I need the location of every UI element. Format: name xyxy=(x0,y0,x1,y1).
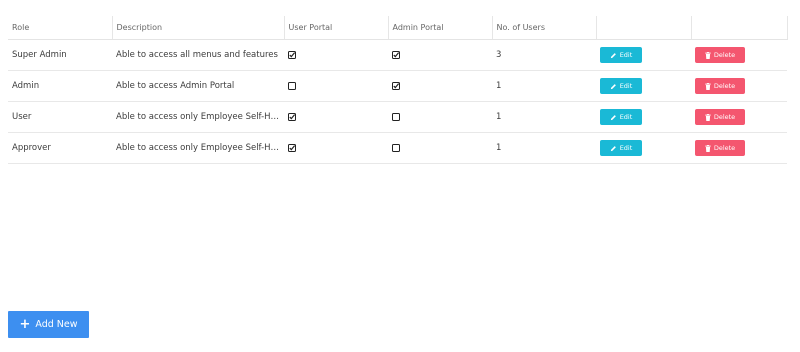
edit-label: Edit xyxy=(619,113,633,121)
user-count: 1 xyxy=(496,112,502,122)
header-delete xyxy=(691,16,788,40)
edit-cell: Edit xyxy=(596,39,691,71)
pencil-icon xyxy=(610,145,617,152)
description-cell: Able to access all menus and features xyxy=(112,39,284,71)
admin-portal-cell xyxy=(388,132,492,164)
num-users-cell: 1 xyxy=(492,132,596,164)
table-header-row: Role Description User Portal Admin Porta… xyxy=(8,16,788,40)
delete-label: Delete xyxy=(713,82,736,90)
role-cell: User xyxy=(8,101,112,133)
table-row: Super Admin Able to access all menus and… xyxy=(8,39,787,71)
user-portal-cell xyxy=(284,70,388,102)
delete-button[interactable]: Delete xyxy=(695,78,745,94)
table-body: Super Admin Able to access all menus and… xyxy=(8,39,787,164)
header-admin-portal[interactable]: Admin Portal xyxy=(388,16,493,40)
user-count: 1 xyxy=(496,143,502,153)
delete-label: Delete xyxy=(713,51,736,59)
add-new-button[interactable]: + Add New xyxy=(8,311,89,338)
user-portal-cell xyxy=(284,132,388,164)
admin-portal-unchecked-icon[interactable] xyxy=(392,143,400,152)
plus-icon: + xyxy=(19,317,31,332)
role-description: Able to access all menus and features xyxy=(116,50,278,60)
edit-button[interactable]: Edit xyxy=(600,47,642,63)
delete-label: Delete xyxy=(713,144,736,152)
trash-icon xyxy=(705,82,711,90)
admin-portal-cell xyxy=(388,101,492,133)
edit-cell: Edit xyxy=(596,70,691,102)
admin-portal-checked-icon[interactable] xyxy=(392,50,400,59)
user-count: 3 xyxy=(496,50,502,60)
admin-portal-unchecked-icon[interactable] xyxy=(392,112,400,121)
edit-label: Edit xyxy=(619,144,633,152)
delete-button[interactable]: Delete xyxy=(695,140,745,156)
role-description: Able to access Admin Portal xyxy=(116,81,235,91)
user-portal-checked-icon[interactable] xyxy=(288,50,296,59)
num-users-cell: 3 xyxy=(492,39,596,71)
edit-button[interactable]: Edit xyxy=(600,109,642,125)
user-count: 1 xyxy=(496,81,502,91)
edit-cell: Edit xyxy=(596,132,691,164)
roles-table: Role Description User Portal Admin Porta… xyxy=(8,16,788,164)
delete-button[interactable]: Delete xyxy=(695,109,745,125)
role-description: Able to access only Employee Self-Help P… xyxy=(116,143,284,153)
pencil-icon xyxy=(610,83,617,90)
table-row: Approver Able to access only Employee Se… xyxy=(8,132,787,164)
table-row: User Able to access only Employee Self-H… xyxy=(8,101,787,133)
role-cell: Super Admin xyxy=(8,39,112,71)
edit-label: Edit xyxy=(619,82,633,90)
trash-icon xyxy=(705,51,711,59)
delete-label: Delete xyxy=(713,113,736,121)
role-cell: Approver xyxy=(8,132,112,164)
user-portal-unchecked-icon[interactable] xyxy=(288,81,296,90)
role-description: Able to access only Employee Self-Help P… xyxy=(116,112,284,122)
user-portal-checked-icon[interactable] xyxy=(288,112,296,121)
edit-label: Edit xyxy=(619,51,633,59)
description-cell: Able to access Admin Portal xyxy=(112,70,284,102)
delete-cell: Delete xyxy=(691,70,787,102)
trash-icon xyxy=(705,113,711,121)
admin-portal-cell xyxy=(388,70,492,102)
add-new-label: Add New xyxy=(35,319,78,330)
header-user-portal[interactable]: User Portal xyxy=(284,16,389,40)
description-cell: Able to access only Employee Self-Help P… xyxy=(112,101,284,133)
user-portal-checked-icon[interactable] xyxy=(288,143,296,152)
user-portal-cell xyxy=(284,39,388,71)
edit-button[interactable]: Edit xyxy=(600,78,642,94)
admin-portal-cell xyxy=(388,39,492,71)
header-edit xyxy=(596,16,692,40)
num-users-cell: 1 xyxy=(492,101,596,133)
header-role[interactable]: Role xyxy=(8,16,113,40)
header-description[interactable]: Description xyxy=(112,16,285,40)
trash-icon xyxy=(705,144,711,152)
header-num-users[interactable]: No. of Users xyxy=(492,16,597,40)
pencil-icon xyxy=(610,114,617,121)
role-name: Approver xyxy=(12,143,51,153)
pencil-icon xyxy=(610,52,617,59)
table-row: Admin Able to access Admin Portal 1 Edit… xyxy=(8,70,787,102)
delete-cell: Delete xyxy=(691,101,787,133)
delete-cell: Delete xyxy=(691,39,787,71)
admin-portal-checked-icon[interactable] xyxy=(392,81,400,90)
role-name: User xyxy=(12,112,32,122)
role-name: Super Admin xyxy=(12,50,67,60)
edit-cell: Edit xyxy=(596,101,691,133)
delete-cell: Delete xyxy=(691,132,787,164)
role-management-page: Role Description User Portal Admin Porta… xyxy=(0,0,800,352)
user-portal-cell xyxy=(284,101,388,133)
description-cell: Able to access only Employee Self-Help P… xyxy=(112,132,284,164)
role-name: Admin xyxy=(12,81,40,91)
num-users-cell: 1 xyxy=(492,70,596,102)
delete-button[interactable]: Delete xyxy=(695,47,745,63)
edit-button[interactable]: Edit xyxy=(600,140,642,156)
role-cell: Admin xyxy=(8,70,112,102)
